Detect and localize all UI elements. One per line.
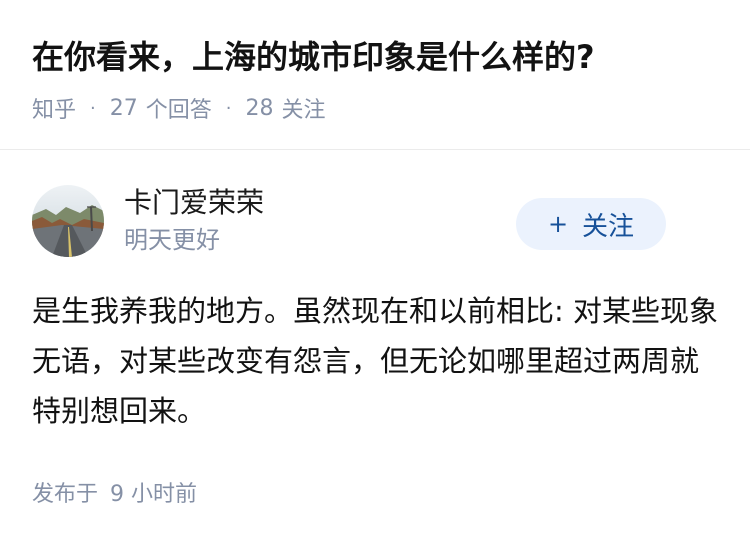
answer-count: 27: [109, 95, 138, 121]
question-meta: 知乎 · 27 个回答 · 28 关注: [32, 92, 718, 124]
meta-separator: ·: [90, 97, 96, 119]
author-row: 卡门爱荣荣 明天更好 + 关注: [32, 150, 718, 296]
follow-count-label: 关注: [281, 98, 326, 123]
road-landscape-avatar-icon[interactable]: [32, 185, 104, 257]
published-time: 9 小时前: [110, 482, 198, 507]
question-header: 在你看来，上海的城市印象是什么样的? 知乎 · 27 个回答 · 28 关注: [0, 0, 750, 150]
follow-count: 28: [245, 95, 274, 121]
author-name[interactable]: 卡门爱荣荣: [124, 183, 264, 223]
answer-footer: 发布于 9 小时前: [32, 476, 718, 508]
answer-card: 卡门爱荣荣 明天更好 + 关注 是生我养我的地方。虽然现在和以前相比: 对某些现…: [0, 150, 750, 508]
plus-icon: +: [547, 210, 569, 238]
meta-separator: ·: [225, 97, 232, 119]
published-label: 发布于: [32, 482, 99, 507]
author-bio: 明天更好: [124, 226, 220, 254]
answer-count-label[interactable]: 个回答: [146, 92, 212, 124]
follow-button-label: 关注: [582, 211, 635, 242]
question-title[interactable]: 在你看来，上海的城市印象是什么样的?: [32, 34, 718, 80]
author-info: 卡门爱荣荣 明天更好: [124, 183, 264, 257]
source-label: 知乎: [32, 98, 77, 123]
follow-button[interactable]: + 关注: [516, 198, 666, 250]
answer-content[interactable]: 是生我养我的地方。虽然现在和以前相比: 对某些现象无语，对某些改变有怨言，但无论…: [32, 286, 718, 436]
